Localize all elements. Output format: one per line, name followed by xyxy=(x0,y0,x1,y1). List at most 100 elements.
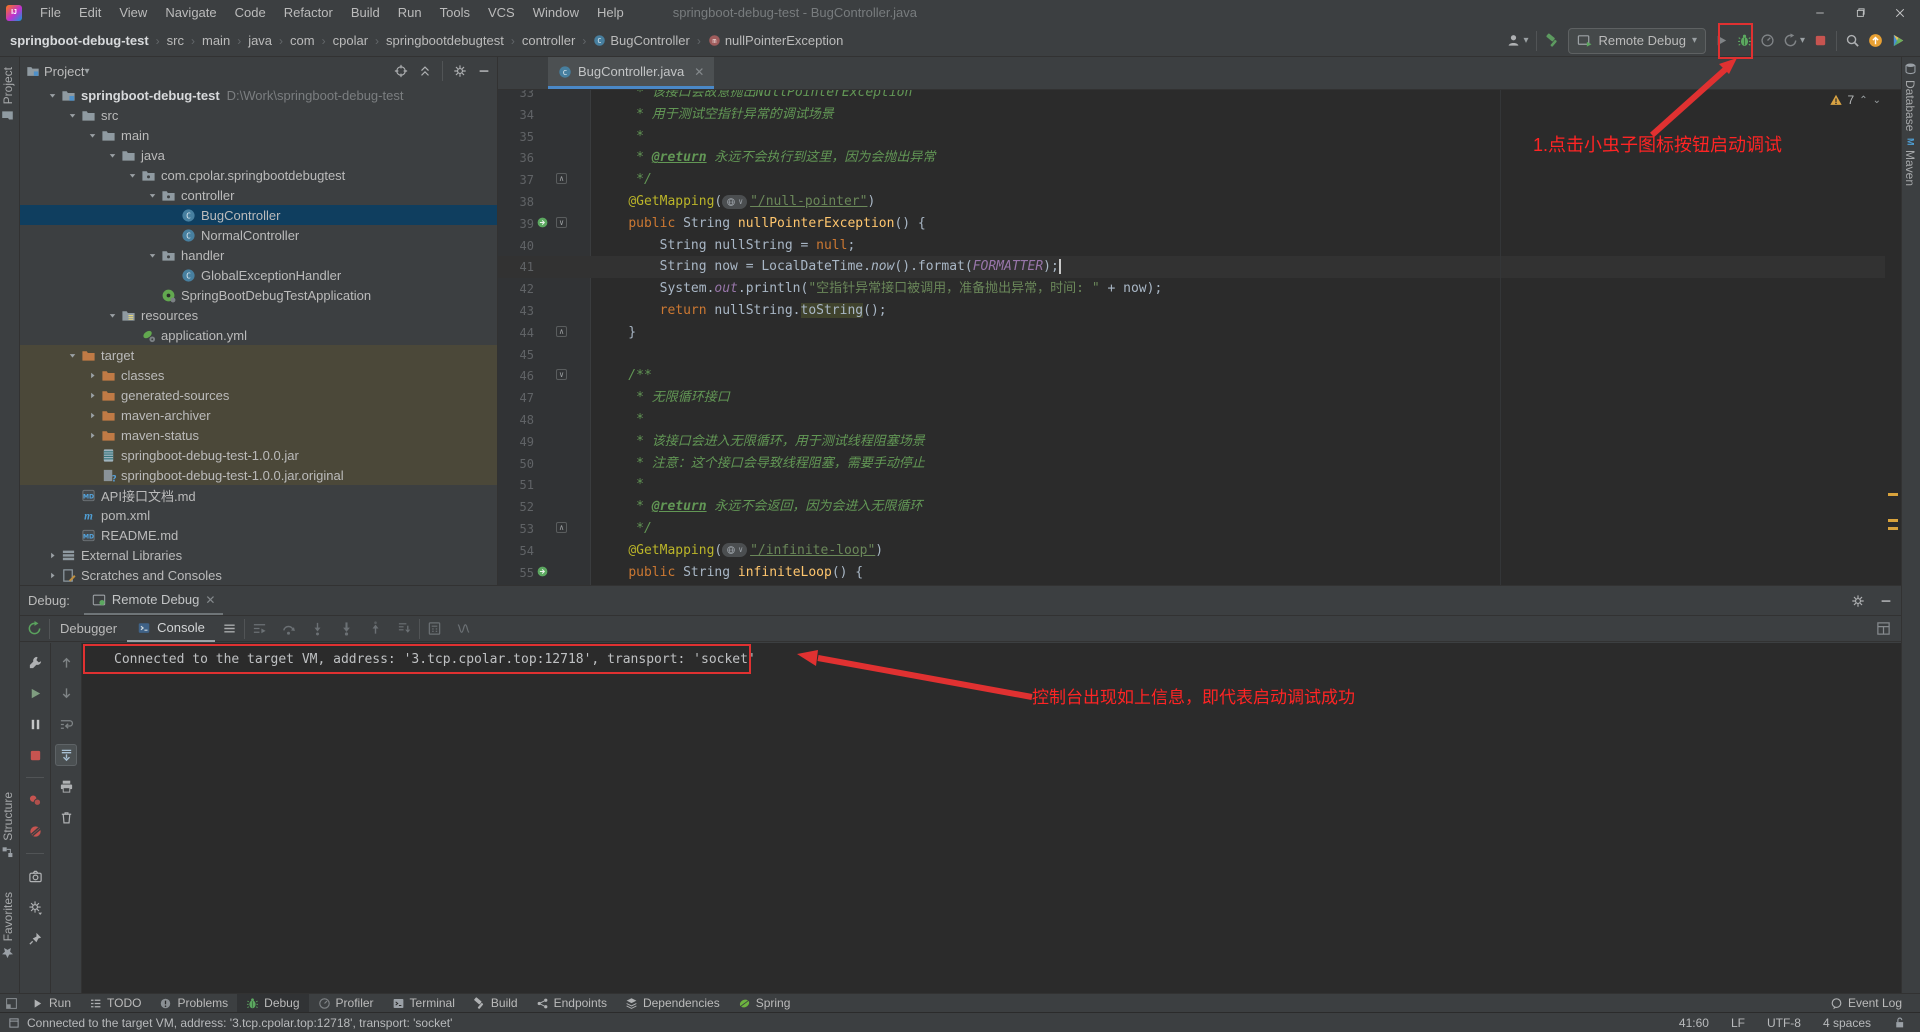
camera-button[interactable] xyxy=(24,865,46,887)
editor-panel[interactable]: C BugController.java ✕ 33 * 该接口会故意抛出Null… xyxy=(498,57,1901,585)
tree-item-generated-sources[interactable]: generated-sources xyxy=(20,385,497,405)
tree-chevron[interactable] xyxy=(124,167,140,183)
indent-setting[interactable]: 4 spaces xyxy=(1823,1016,1871,1030)
step-out-button[interactable] xyxy=(368,621,383,636)
tree-item-Scratches and Consoles[interactable]: Scratches and Consoles xyxy=(20,565,497,585)
tree-chevron[interactable] xyxy=(44,547,60,563)
tool-strip-button-maven[interactable]: MMaven xyxy=(1903,132,1917,186)
tool-window-button-dependencies[interactable]: Dependencies xyxy=(616,994,729,1013)
tree-item-springboot-debug-test[interactable]: springboot-debug-testD:\Work\springboot-… xyxy=(20,85,497,105)
tree-item-src[interactable]: src xyxy=(20,105,497,125)
tool-window-button-run[interactable]: Run xyxy=(22,994,80,1013)
breadcrumb-item-src[interactable]: src xyxy=(167,33,184,48)
code-editor[interactable]: 33 * 该接口会故意抛出NullPointerException34 * 用于… xyxy=(498,90,1901,585)
line-number[interactable]: 53 xyxy=(498,518,534,540)
menu-window[interactable]: Window xyxy=(524,0,588,25)
run-config-selector[interactable]: Remote Debug▾ xyxy=(1568,28,1705,54)
menu-build[interactable]: Build xyxy=(342,0,389,25)
line-number[interactable]: 39 xyxy=(498,213,534,235)
force-step-into-button[interactable] xyxy=(339,621,354,636)
line-number[interactable]: 55 xyxy=(498,562,534,584)
tree-chevron[interactable] xyxy=(64,347,80,363)
arrow-up-button[interactable] xyxy=(55,651,77,673)
line-number[interactable]: 44 xyxy=(498,322,534,344)
fold-marker[interactable]: ∨ xyxy=(556,217,567,228)
stop-button[interactable] xyxy=(24,744,46,766)
error-stripe[interactable] xyxy=(1885,90,1901,585)
menu-view[interactable]: View xyxy=(110,0,156,25)
inspection-widget[interactable]: 7 ⌃ ⌄ xyxy=(1829,93,1881,107)
menu-code[interactable]: Code xyxy=(226,0,275,25)
tab-close-icon[interactable]: ✕ xyxy=(694,65,704,79)
print-button[interactable] xyxy=(55,775,77,797)
debug-view-tab-console[interactable]: Console xyxy=(127,616,215,642)
warning-stripe-mark[interactable] xyxy=(1888,519,1898,522)
tree-item-handler[interactable]: handler xyxy=(20,245,497,265)
line-number[interactable]: 37 xyxy=(498,169,534,191)
tree-item-GlobalExceptionHandler[interactable]: CGlobalExceptionHandler xyxy=(20,265,497,285)
step-into-button[interactable] xyxy=(310,621,325,636)
line-number[interactable]: 40 xyxy=(498,235,534,257)
tree-chevron[interactable] xyxy=(104,147,120,163)
menu-refactor[interactable]: Refactor xyxy=(275,0,342,25)
tool-window-button-problems[interactable]: Problems xyxy=(150,994,237,1013)
debug-console[interactable]: Connected to the target VM, address: '3.… xyxy=(82,643,1901,994)
request-mapping-gutter-icon[interactable] xyxy=(536,565,549,578)
tree-item-application.yml[interactable]: application.yml xyxy=(20,325,497,345)
rerun-button[interactable] xyxy=(27,621,42,636)
search-everywhere-button[interactable] xyxy=(1845,33,1860,48)
breadcrumb-item-cpolar[interactable]: cpolar xyxy=(333,33,368,48)
tree-chevron[interactable] xyxy=(144,247,160,263)
tree-item-target[interactable]: target xyxy=(20,345,497,365)
status-message-area[interactable]: Connected to the target VM, address: '3.… xyxy=(8,1016,452,1030)
tree-chevron[interactable] xyxy=(84,127,100,143)
tool-strip-button-favorites[interactable]: Favorites xyxy=(1,892,15,959)
resume-button[interactable] xyxy=(24,682,46,704)
tree-chevron[interactable] xyxy=(144,187,160,203)
settings-button[interactable] xyxy=(24,896,46,918)
run-button[interactable] xyxy=(1714,33,1729,48)
soft-wrap-button[interactable] xyxy=(55,713,77,735)
arrow-down-button[interactable] xyxy=(55,682,77,704)
profiler-button[interactable] xyxy=(1760,33,1775,48)
minimize-button[interactable] xyxy=(1800,0,1840,25)
tree-chevron[interactable] xyxy=(84,367,100,383)
request-mapping-gutter-icon[interactable] xyxy=(536,216,549,229)
warning-stripe-mark[interactable] xyxy=(1888,527,1898,530)
tree-chevron[interactable] xyxy=(84,427,100,443)
menu-vcs[interactable]: VCS xyxy=(479,0,524,25)
trash-button[interactable] xyxy=(55,806,77,828)
line-number[interactable]: 49 xyxy=(498,431,534,453)
stop-button[interactable] xyxy=(1813,33,1828,48)
next-problem-icon[interactable]: ⌄ xyxy=(1873,95,1881,106)
tab-close-icon[interactable]: ✕ xyxy=(205,593,215,607)
trace-stream-button[interactable] xyxy=(456,621,471,636)
line-number[interactable]: 54 xyxy=(498,540,534,562)
menu-navigate[interactable]: Navigate xyxy=(156,0,225,25)
close-button[interactable] xyxy=(1880,0,1920,25)
fold-marker[interactable]: ∧ xyxy=(556,522,567,533)
menu-tools[interactable]: Tools xyxy=(431,0,479,25)
url-inlay-hint[interactable]: ∨ xyxy=(722,195,747,209)
breadcrumb-item-main[interactable]: main xyxy=(202,33,230,48)
line-number[interactable]: 51 xyxy=(498,474,534,496)
tree-item-java[interactable]: java xyxy=(20,145,497,165)
tree-item-main[interactable]: main xyxy=(20,125,497,145)
tree-chevron[interactable] xyxy=(104,307,120,323)
build-button[interactable] xyxy=(1545,33,1560,48)
breadcrumb-item-nullPointerException[interactable]: mnullPointerException xyxy=(708,33,844,48)
tree-item-pom.xml[interactable]: mpom.xml xyxy=(20,505,497,525)
tree-item-API接口文档.md[interactable]: MDAPI接口文档.md xyxy=(20,485,497,505)
menu-run[interactable]: Run xyxy=(389,0,431,25)
line-number[interactable]: 43 xyxy=(498,300,534,322)
tool-window-button-endpoints[interactable]: Endpoints xyxy=(527,994,616,1013)
wrench-button[interactable] xyxy=(24,651,46,673)
panel-settings-button[interactable] xyxy=(453,64,467,78)
event-log-button[interactable]: Event Log xyxy=(1830,996,1902,1010)
url-inlay-hint[interactable]: ∨ xyxy=(722,543,747,557)
restore-layout-button[interactable] xyxy=(1876,621,1891,636)
tree-item-README.md[interactable]: MDREADME.md xyxy=(20,525,497,545)
tree-item-External Libraries[interactable]: External Libraries xyxy=(20,545,497,565)
encoding[interactable]: UTF-8 xyxy=(1767,1016,1801,1030)
tool-window-button-terminal[interactable]: Terminal xyxy=(383,994,464,1013)
